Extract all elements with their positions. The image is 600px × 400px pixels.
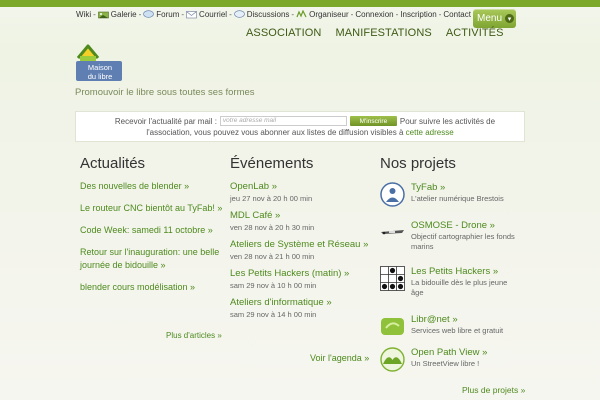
glider-icon: [380, 266, 405, 291]
event-item[interactable]: MDL Café » ven 28 nov à 20 h 30 min: [230, 209, 375, 233]
event-date: ven 28 nov à 20 h 30 min: [230, 223, 315, 232]
newsletter-text: Pour suivre les activités de: [399, 116, 496, 126]
nav-manifestations[interactable]: MANIFESTATIONS: [335, 27, 431, 39]
main-nav: ASSOCIATION MANIFESTATIONS ACTIVITÉS: [246, 27, 504, 39]
newsletter-subscribe-button[interactable]: M'inscrire: [349, 116, 397, 126]
event-title: OpenLab »: [230, 181, 278, 192]
toplink-contact[interactable]: Contact: [443, 10, 471, 19]
mail-icon: [186, 11, 197, 19]
more-projects-link[interactable]: Plus de projets »: [462, 385, 525, 395]
project-item[interactable]: Open Path View » Un StreetView libre !: [380, 347, 521, 372]
event-item[interactable]: Les Petits Hackers (matin) » sam 29 nov …: [230, 267, 375, 291]
event-date: sam 29 nov à 14 h 00 min: [230, 310, 317, 319]
toplink-galerie[interactable]: Galerie: [111, 10, 137, 19]
newsletter-text-line2: l'association, vous pouvez vous abonner …: [146, 128, 404, 137]
menu-button[interactable]: Menu ▾: [473, 9, 516, 28]
tagline: Promouvoir le libre sous toutes ses form…: [75, 87, 255, 98]
events-heading: Événements: [230, 155, 314, 172]
news-item[interactable]: Le routeur CNC bientôt au TyFab! »: [80, 202, 225, 215]
news-item[interactable]: blender cours modélisation »: [80, 281, 225, 294]
chat-icon: [233, 10, 245, 18]
nav-association[interactable]: ASSOCIATION: [246, 27, 321, 39]
event-title: Les Petits Hackers (matin) »: [230, 268, 350, 279]
newsletter-email-input[interactable]: votre adresse mail: [219, 116, 347, 126]
project-title: OSMOSE - Drone »: [411, 220, 495, 231]
gallery-icon: [97, 11, 109, 19]
librenet-icon: [381, 318, 404, 335]
events-column: Événements OpenLab » jeu 27 nov à 20 h 0…: [230, 155, 375, 325]
event-item[interactable]: Ateliers de Système et Réseau » ven 28 n…: [230, 238, 375, 262]
event-date: sam 29 nov à 10 h 00 min: [230, 281, 317, 290]
logo-line2: du libre: [88, 72, 113, 81]
project-desc: Objectif cartographier les fonds marins: [411, 232, 515, 251]
news-heading: Actualités: [80, 155, 146, 172]
news-item[interactable]: Des nouvelles de blender »: [80, 180, 225, 193]
toplink-organiseur[interactable]: Organiseur: [309, 10, 349, 19]
site-logo[interactable]: Maison du libre: [74, 42, 122, 82]
news-item[interactable]: Retour sur l'inauguration: une belle jou…: [80, 246, 225, 272]
chevron-down-icon: ▾: [505, 14, 515, 23]
toplink-inscription[interactable]: Inscription: [400, 10, 436, 19]
toplink-connexion[interactable]: Connexion: [355, 10, 393, 19]
project-item[interactable]: OSMOSE - Drone » Objectif cartographier …: [380, 220, 521, 252]
project-desc: La bidouille dès le plus jeune âge: [411, 278, 508, 297]
project-title: Open Path View »: [411, 347, 488, 358]
organizer-icon: [296, 10, 307, 18]
project-item[interactable]: TyFab » L'atelier numérique Brestois: [380, 182, 521, 207]
newsletter-lists-link[interactable]: cette adresse: [406, 128, 454, 137]
project-item[interactable]: Libr@net » Services web libre et gratuit: [380, 314, 521, 339]
top-accent-bar: [0, 0, 600, 7]
top-links: Wiki - Galerie - Forum - Courriel - Disc…: [76, 10, 471, 19]
toplink-discussions[interactable]: Discussions: [247, 10, 290, 19]
drone-icon: [381, 230, 404, 235]
project-desc: L'atelier numérique Brestois: [411, 194, 504, 203]
projects-heading: Nos projets: [380, 155, 456, 172]
event-item[interactable]: OpenLab » jeu 27 nov à 20 h 00 min: [230, 180, 375, 204]
toplink-courriel[interactable]: Courriel: [199, 10, 227, 19]
agenda-link[interactable]: Voir l'agenda »: [310, 353, 369, 363]
event-date: ven 28 nov à 21 h 00 min: [230, 252, 315, 261]
project-desc: Services web libre et gratuit: [411, 326, 504, 335]
project-title: Libr@net »: [411, 314, 458, 325]
project-title: Les Petits Hackers »: [411, 266, 499, 277]
toplink-forum[interactable]: Forum: [156, 10, 179, 19]
menu-label: Menu: [477, 13, 503, 24]
event-title: Ateliers de Système et Réseau »: [230, 239, 369, 250]
nav-activites[interactable]: ACTIVITÉS: [446, 27, 504, 39]
event-title: Ateliers d'informatique »: [230, 297, 332, 308]
project-title: TyFab »: [411, 182, 446, 193]
logo-line1: Maison: [88, 63, 112, 72]
project-item[interactable]: Les Petits Hackers » La bidouille dès le…: [380, 266, 521, 298]
toplink-wiki[interactable]: Wiki: [76, 10, 91, 19]
news-column: Actualités Des nouvelles de blender » Le…: [80, 155, 225, 303]
newsletter-label: Recevoir l'actualité par mail :: [114, 116, 217, 126]
event-item[interactable]: Ateliers d'informatique » sam 29 nov à 1…: [230, 296, 375, 320]
event-title: MDL Café »: [230, 210, 281, 221]
tyfab-icon: [380, 182, 405, 207]
projects-column: Nos projets TyFab » L'atelier numérique …: [380, 155, 540, 385]
newsletter-box: Recevoir l'actualité par mail : votre ad…: [75, 111, 525, 142]
news-item[interactable]: Code Week: samedi 11 octobre »: [80, 224, 225, 237]
project-desc: Un StreetView libre !: [411, 359, 480, 368]
more-articles-link[interactable]: Plus d'articles »: [166, 331, 222, 340]
forum-icon: [143, 10, 155, 18]
event-date: jeu 27 nov à 20 h 00 min: [230, 194, 313, 203]
openpathview-icon: [380, 347, 405, 372]
